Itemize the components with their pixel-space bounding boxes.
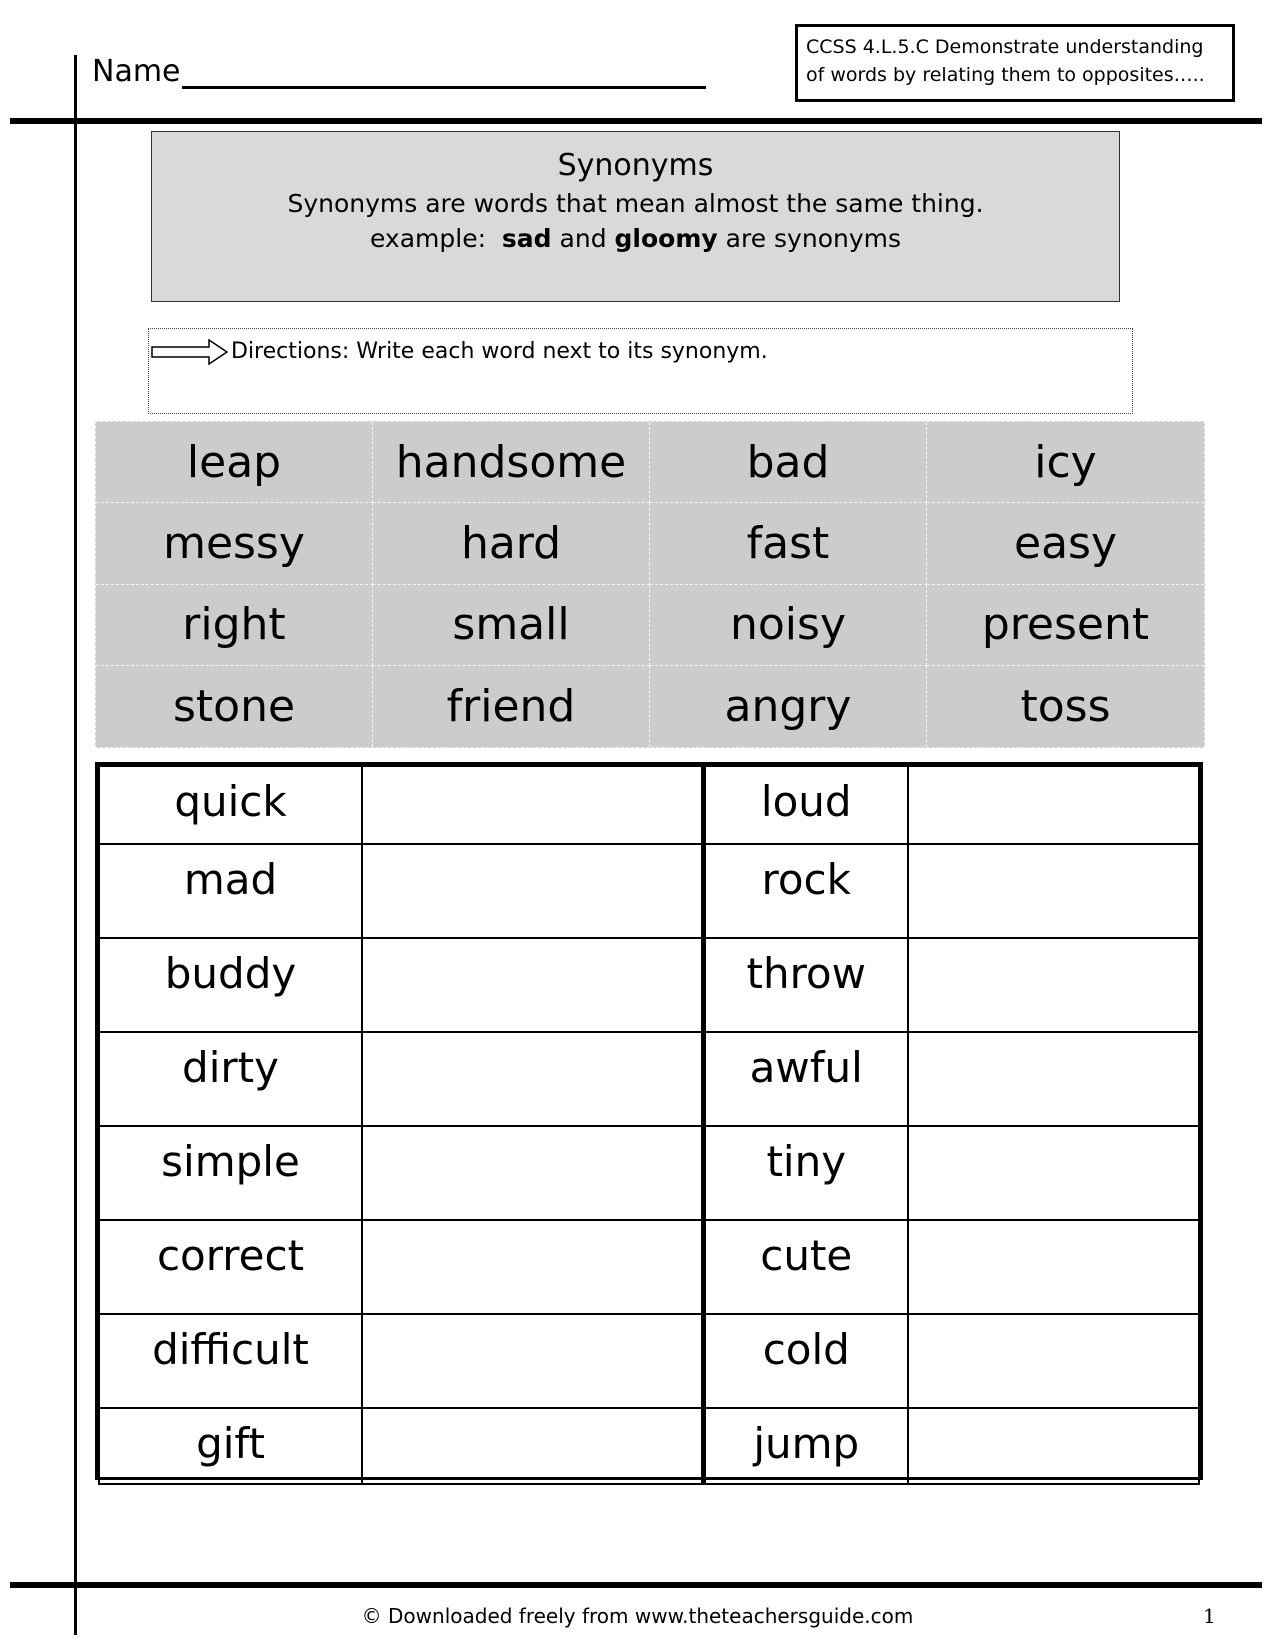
word-bank-item: toss <box>1020 680 1111 732</box>
word-bank-item: icy <box>927 422 1204 504</box>
table-row: gift jump <box>98 1407 1200 1485</box>
word-bank-item: easy <box>927 503 1204 585</box>
prompt-word: correct <box>98 1219 363 1315</box>
name-input-line[interactable] <box>182 86 706 89</box>
prompt-word: dirty <box>98 1031 363 1127</box>
word-bank-item: present <box>927 585 1204 666</box>
prompt-word: jump <box>702 1407 909 1485</box>
table-row: simple tiny <box>98 1125 1200 1221</box>
answer-blank[interactable] <box>361 1125 706 1221</box>
footer-credit: © Downloaded freely from www.theteachers… <box>361 1604 914 1628</box>
prompt-word: quick <box>98 765 363 845</box>
prompt-word: awful <box>702 1031 909 1127</box>
standard-line-2: of words by relating them to opposites….… <box>806 64 1205 86</box>
prompt-word: throw <box>702 937 909 1033</box>
table-row: correct cute <box>98 1219 1200 1315</box>
answer-blank[interactable] <box>361 937 706 1033</box>
page-title: Synonyms <box>557 148 714 183</box>
footer-rule <box>10 1582 1262 1588</box>
example-prefix: example: <box>369 224 487 253</box>
example-suffix: are synonyms <box>725 224 902 253</box>
answer-blank[interactable] <box>907 1031 1200 1127</box>
arrow-right-icon <box>151 339 229 365</box>
answer-blank[interactable] <box>907 1125 1200 1221</box>
answer-blank[interactable] <box>907 1219 1200 1315</box>
word-bank-item: handsome <box>373 422 650 504</box>
prompt-word: cold <box>702 1313 909 1409</box>
table-row: dirty awful <box>98 1031 1200 1127</box>
prompt-word: mad <box>98 843 363 939</box>
answer-blank[interactable] <box>361 1219 706 1315</box>
header-rule <box>10 118 1262 124</box>
answer-blank[interactable] <box>907 937 1200 1033</box>
standard-box: CCSS 4.L.5.C Demonstrate understanding o… <box>795 24 1235 102</box>
directions-box: Directions: Write each word next to its … <box>148 328 1133 414</box>
prompt-word: gift <box>98 1407 363 1485</box>
answer-blank[interactable] <box>907 1313 1200 1409</box>
answer-blank[interactable] <box>361 1031 706 1127</box>
example-word-1: sad <box>501 224 552 253</box>
page-number: 1 <box>1203 1604 1216 1628</box>
prompt-word: cute <box>702 1219 909 1315</box>
answer-blank[interactable] <box>361 843 706 939</box>
word-bank-item: stone <box>96 665 373 747</box>
example-word-2: gloomy <box>614 224 718 253</box>
table-row: quick loud <box>98 765 1200 845</box>
word-bank-item: leap <box>96 422 373 504</box>
prompt-word: difficult <box>98 1313 363 1409</box>
answer-table: quick loud mad rock buddy throw dirty awful simp… <box>95 762 1203 1485</box>
word-bank-item: small <box>373 584 650 666</box>
example-and: and <box>559 224 607 253</box>
word-bank-item: friend <box>373 665 650 747</box>
name-label: Name <box>92 54 181 89</box>
word-bank-item: hard <box>373 503 650 585</box>
answer-blank[interactable] <box>361 1313 706 1409</box>
prompt-word: simple <box>98 1125 363 1221</box>
answer-blank[interactable] <box>361 1407 706 1485</box>
table-row: mad rock <box>98 843 1200 939</box>
answer-blank[interactable] <box>907 843 1200 939</box>
word-bank-item: messy <box>96 503 373 585</box>
example-text: example: sad and gloomy are synonyms <box>152 224 1119 253</box>
prompt-word: buddy <box>98 937 363 1033</box>
standard-line-1: CCSS 4.L.5.C Demonstrate understanding <box>806 36 1204 58</box>
table-row: difficult cold <box>98 1313 1200 1409</box>
answer-blank[interactable] <box>907 1407 1200 1485</box>
prompt-word: loud <box>702 765 909 845</box>
answer-blank[interactable] <box>361 765 706 845</box>
prompt-word: tiny <box>702 1125 909 1221</box>
word-bank-item: angry <box>650 665 927 747</box>
definition-text: Synonyms are words that mean almost the … <box>287 189 984 218</box>
word-bank-item: noisy <box>650 584 927 666</box>
word-bank-item: fast <box>650 503 927 585</box>
directions-text: Directions: Write each word next to its … <box>231 339 768 364</box>
table-row: buddy throw <box>98 937 1200 1033</box>
prompt-word: rock <box>702 843 909 939</box>
intro-box: Synonyms Synonyms are words that mean al… <box>151 131 1120 302</box>
word-bank-item: bad <box>650 422 927 504</box>
answer-blank[interactable] <box>907 765 1200 845</box>
word-bank-item: right <box>96 584 373 666</box>
margin-vertical-rule <box>74 55 77 1635</box>
word-bank: leap handsome bad icy messy hard fast easy right… <box>95 421 1205 748</box>
